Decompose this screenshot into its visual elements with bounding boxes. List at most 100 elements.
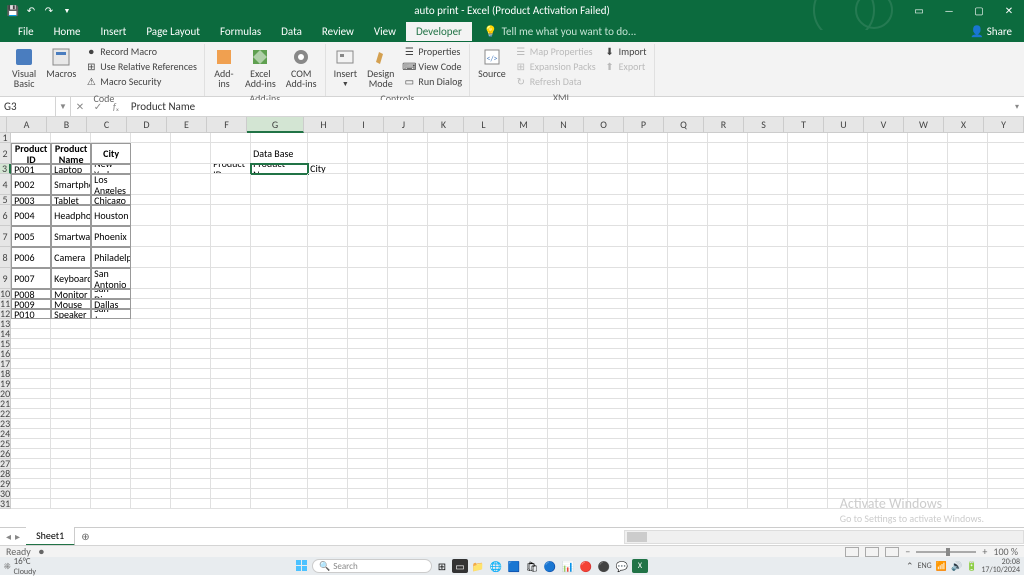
cell-P13[interactable] [628,319,668,329]
cell-Q12[interactable] [668,309,708,319]
cell-J17[interactable] [388,359,428,369]
cell-X19[interactable] [948,379,988,389]
cell-H23[interactable] [308,419,348,429]
cell-G16[interactable] [251,349,308,359]
cell-A31[interactable] [11,499,51,509]
cell-W2[interactable] [908,143,948,164]
normal-view-button[interactable] [845,547,859,557]
source-button[interactable]: </>Source [474,44,510,81]
taskbar-app-1[interactable]: ▭ [452,559,468,573]
cell-O7[interactable] [588,226,628,247]
cell-N28[interactable] [548,469,588,479]
cell-J8[interactable] [388,247,428,268]
cell-B23[interactable] [51,419,91,429]
cell-H24[interactable] [308,429,348,439]
cell-M11[interactable] [508,299,548,309]
cell-G9[interactable] [251,268,308,289]
cell-D15[interactable] [131,339,171,349]
cell-I1[interactable] [348,133,388,143]
cell-J18[interactable] [388,369,428,379]
cell-P3[interactable] [628,164,668,174]
column-header-H[interactable]: H [304,117,344,133]
cell-B13[interactable] [51,319,91,329]
name-box[interactable]: G3 [0,97,56,116]
cell-M24[interactable] [508,429,548,439]
cell-D14[interactable] [131,329,171,339]
cell-L8[interactable] [468,247,508,268]
cell-V16[interactable] [868,349,908,359]
cell-Q5[interactable] [668,195,708,205]
cell-J24[interactable] [388,429,428,439]
cell-V28[interactable] [868,469,908,479]
cell-H6[interactable] [308,205,348,226]
cell-W1[interactable] [908,133,948,143]
cell-D31[interactable] [131,499,171,509]
cell-R24[interactable] [708,429,748,439]
cell-R29[interactable] [708,479,748,489]
cell-Q23[interactable] [668,419,708,429]
cell-Y15[interactable] [988,339,1024,349]
cell-M23[interactable] [508,419,548,429]
cell-Y8[interactable] [988,247,1024,268]
cell-U16[interactable] [828,349,868,359]
cell-A29[interactable] [11,479,51,489]
cell-C29[interactable] [91,479,131,489]
cell-L20[interactable] [468,389,508,399]
cell-I8[interactable] [348,247,388,268]
cell-T13[interactable] [788,319,828,329]
cell-I26[interactable] [348,449,388,459]
cell-N26[interactable] [548,449,588,459]
cell-Y26[interactable] [988,449,1024,459]
record-macro-button[interactable]: ⏺Record Macro [83,45,199,59]
cell-Y5[interactable] [988,195,1024,205]
cell-M2[interactable] [508,143,548,164]
cell-M26[interactable] [508,449,548,459]
cell-I22[interactable] [348,409,388,419]
cell-J31[interactable] [388,499,428,509]
cell-L9[interactable] [468,268,508,289]
cell-K18[interactable] [428,369,468,379]
cell-V18[interactable] [868,369,908,379]
cell-O5[interactable] [588,195,628,205]
cell-I21[interactable] [348,399,388,409]
cell-C15[interactable] [91,339,131,349]
redo-icon[interactable]: ↷ [42,3,56,17]
cell-L3[interactable] [468,164,508,174]
cell-O22[interactable] [588,409,628,419]
cell-K16[interactable] [428,349,468,359]
tab-review[interactable]: Review [312,22,364,41]
cell-S14[interactable] [748,329,788,339]
cell-C27[interactable] [91,459,131,469]
cell-V20[interactable] [868,389,908,399]
cell-W23[interactable] [908,419,948,429]
cell-Y31[interactable] [988,499,1024,509]
cell-R19[interactable] [708,379,748,389]
cell-W24[interactable] [908,429,948,439]
cell-V23[interactable] [868,419,908,429]
cell-S28[interactable] [748,469,788,479]
battery-icon[interactable]: 🔋 [966,561,977,572]
cell-M9[interactable] [508,268,548,289]
cell-O1[interactable] [588,133,628,143]
cell-Q29[interactable] [668,479,708,489]
cell-H28[interactable] [308,469,348,479]
cell-T24[interactable] [788,429,828,439]
cell-H18[interactable] [308,369,348,379]
cell-U12[interactable] [828,309,868,319]
cell-Q15[interactable] [668,339,708,349]
cell-L29[interactable] [468,479,508,489]
cell-G18[interactable] [251,369,308,379]
cell-J16[interactable] [388,349,428,359]
column-header-J[interactable]: J [384,117,424,133]
cell-P20[interactable] [628,389,668,399]
cell-J11[interactable] [388,299,428,309]
cell-G23[interactable] [251,419,308,429]
cell-H16[interactable] [308,349,348,359]
cell-G10[interactable] [251,289,308,299]
name-box-dropdown[interactable]: ▼ [56,97,71,116]
cell-N30[interactable] [548,489,588,499]
cell-C19[interactable] [91,379,131,389]
cell-L15[interactable] [468,339,508,349]
cell-J26[interactable] [388,449,428,459]
cell-C6[interactable]: Houston [91,205,131,226]
